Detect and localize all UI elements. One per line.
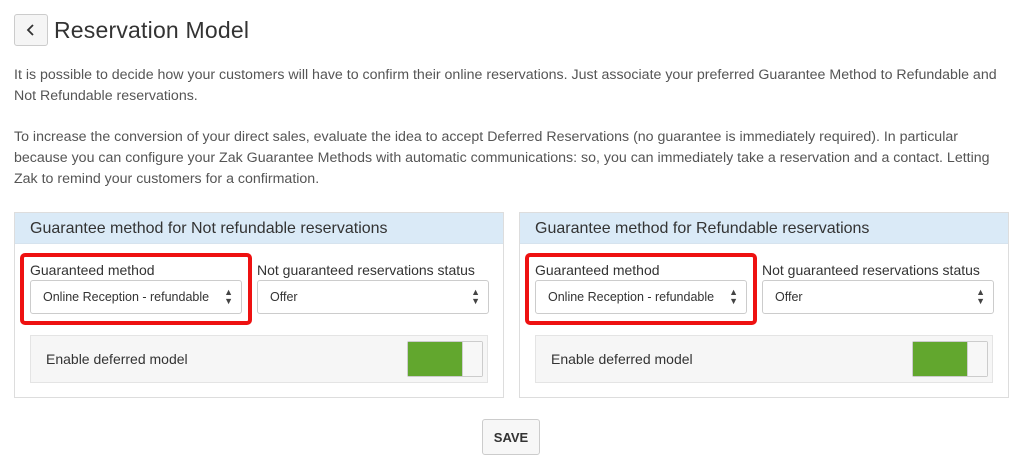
- status-field: Not guaranteed reservations status Offer…: [257, 261, 489, 314]
- deferred-model-label: Enable deferred model: [46, 351, 188, 367]
- guaranteed-method-label: Guaranteed method: [535, 262, 660, 278]
- guaranteed-method-value: Online Reception - refundable: [548, 290, 715, 304]
- guaranteed-method-value: Online Reception - refundable: [43, 290, 210, 304]
- select-arrows-icon: ▲ ▼: [224, 287, 233, 306]
- status-label: Not guaranteed reservations status: [257, 262, 475, 278]
- panel-not-refundable: Guarantee method for Not refundable rese…: [14, 212, 504, 398]
- toggle-on-fill: [913, 342, 969, 376]
- panel-refundable: Guarantee method for Refundable reservat…: [519, 212, 1009, 398]
- toggle-knob: [967, 342, 987, 376]
- deferred-model-row: Enable deferred model: [535, 335, 993, 383]
- deferred-model-label: Enable deferred model: [551, 351, 693, 367]
- toggle-knob: [462, 342, 482, 376]
- save-button[interactable]: SAVE: [482, 419, 540, 455]
- select-arrows-icon: ▲ ▼: [729, 287, 738, 306]
- toggle-on-fill: [408, 342, 464, 376]
- guaranteed-method-field: Guaranteed method Online Reception - ref…: [535, 261, 747, 314]
- select-arrows-icon: ▲ ▼: [471, 287, 480, 306]
- status-select[interactable]: Offer ▲ ▼: [257, 280, 489, 314]
- panel-title: Guarantee method for Not refundable rese…: [15, 213, 503, 244]
- status-field: Not guaranteed reservations status Offer…: [762, 261, 994, 314]
- back-button[interactable]: [14, 14, 48, 46]
- guaranteed-method-field: Guaranteed method Online Reception - ref…: [30, 261, 242, 314]
- guaranteed-method-label: Guaranteed method: [30, 262, 155, 278]
- status-label: Not guaranteed reservations status: [762, 262, 980, 278]
- description-paragraph-2: To increase the conversion of your direc…: [14, 129, 990, 187]
- deferred-model-toggle[interactable]: [407, 341, 483, 377]
- chevron-left-icon: [26, 24, 34, 36]
- deferred-model-toggle[interactable]: [912, 341, 988, 377]
- guaranteed-method-select[interactable]: Online Reception - refundable ▲ ▼: [30, 280, 242, 314]
- page-title: Reservation Model: [54, 16, 250, 43]
- guaranteed-method-select[interactable]: Online Reception - refundable ▲ ▼: [535, 280, 747, 314]
- status-value: Offer: [775, 290, 803, 304]
- status-value: Offer: [270, 290, 298, 304]
- description-paragraph-1: It is possible to decide how your custom…: [14, 67, 997, 104]
- select-arrows-icon: ▲ ▼: [976, 287, 985, 306]
- page-header: Reservation Model: [14, 14, 249, 46]
- deferred-model-row: Enable deferred model: [30, 335, 488, 383]
- status-select[interactable]: Offer ▲ ▼: [762, 280, 994, 314]
- panel-title: Guarantee method for Refundable reservat…: [520, 213, 1008, 244]
